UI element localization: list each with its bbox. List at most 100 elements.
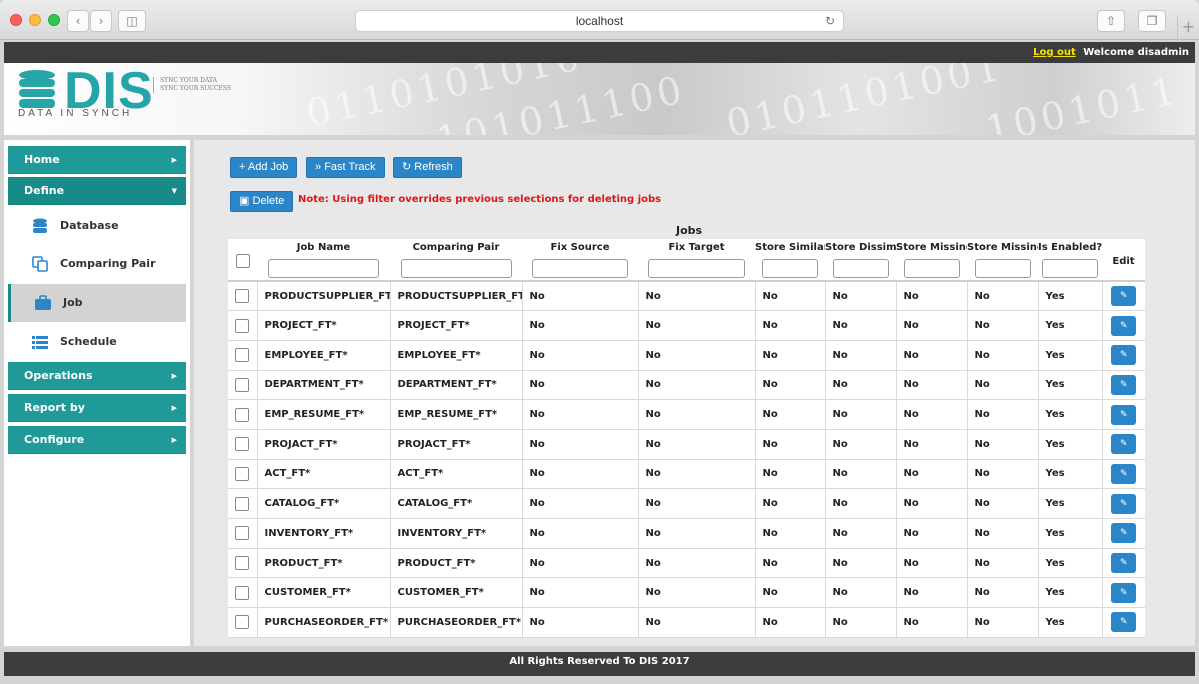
table-cell: Yes — [1038, 607, 1103, 638]
sidebar-item-define[interactable]: Define ▼ — [8, 177, 186, 205]
logout-link[interactable]: Log out — [1033, 47, 1076, 58]
row-checkbox[interactable] — [235, 466, 250, 481]
table-cell: No — [755, 399, 826, 430]
table-cell: Yes — [1038, 488, 1103, 519]
table-cell: No — [825, 548, 897, 579]
table-cell: No — [825, 281, 897, 312]
table-row[interactable]: EMP_RESUME_FT* EMP_RESUME_FT* No No No No No No… — [228, 399, 1145, 430]
row-checkbox[interactable] — [235, 615, 250, 630]
sidebar-item-label: Home — [24, 153, 60, 166]
table-row[interactable]: PURCHASEORDER_FT* PURCHASEORDER_FT* No No No… — [228, 607, 1145, 638]
column-header: Job Name — [257, 239, 390, 282]
sidebar-item-configure[interactable]: Configure ▶ — [8, 426, 186, 454]
list-icon — [32, 336, 48, 349]
row-checkbox[interactable] — [235, 318, 250, 333]
welcome-text: Welcome disadmin — [1083, 47, 1189, 58]
pencil-icon: ✎ — [1119, 439, 1128, 450]
row-checkbox[interactable] — [235, 585, 250, 600]
address-bar[interactable]: localhost ↻ — [355, 10, 844, 32]
row-checkbox[interactable] — [235, 407, 250, 422]
pencil-icon: ✎ — [1119, 409, 1128, 420]
sidebar-item-comparing-pair[interactable]: Comparing Pair — [8, 245, 186, 283]
delete-button[interactable]: ▣ Delete — [230, 191, 294, 212]
is-enabled-filter[interactable] — [1042, 259, 1098, 278]
edit-button[interactable]: ✎ — [1111, 315, 1137, 336]
table-row[interactable]: ACT_FT* ACT_FT* No No No No No No Yes ✎ — [228, 459, 1145, 490]
row-checkbox[interactable] — [235, 556, 250, 571]
table-cell: No — [755, 459, 826, 490]
table-cell: No — [638, 577, 756, 609]
table-cell: No — [638, 399, 756, 430]
sidebar-item-schedule[interactable]: Schedule — [8, 323, 186, 361]
table-row[interactable]: CUSTOMER_FT* CUSTOMER_FT* No No No No No No Yes ✎ — [228, 577, 1145, 609]
edit-button[interactable]: ✎ — [1111, 493, 1137, 514]
comparing-pair-filter[interactable] — [400, 259, 512, 278]
table-cell: No — [896, 577, 968, 609]
table-row[interactable]: PRODUCT_FT* PRODUCT_FT* No No No No No No Yes ✎ — [228, 548, 1145, 579]
row-checkbox[interactable] — [235, 437, 250, 452]
edit-button[interactable]: ✎ — [1111, 612, 1137, 633]
copy-icon — [32, 256, 48, 272]
table-cell: No — [967, 429, 1039, 460]
edit-button[interactable]: ✎ — [1111, 582, 1137, 603]
minimize-window-icon[interactable] — [29, 14, 41, 26]
job-name-filter[interactable] — [268, 259, 379, 278]
edit-cell: ✎ — [1102, 429, 1145, 460]
edit-button[interactable]: ✎ — [1111, 286, 1137, 307]
sidebar-item-database[interactable]: Database — [8, 207, 186, 245]
fix-source-filter[interactable] — [532, 259, 628, 278]
table-cell: No — [755, 340, 826, 371]
table-row[interactable]: INVENTORY_FT* INVENTORY_FT* No No No No No No Ye… — [228, 518, 1145, 549]
row-checkbox[interactable] — [235, 377, 250, 392]
select-all-checkbox[interactable] — [235, 254, 250, 268]
row-checkbox[interactable] — [235, 496, 250, 511]
table-row[interactable]: EMPLOYEE_FT* EMPLOYEE_FT* No No No No No No Yes ✎ — [228, 340, 1145, 371]
edit-button[interactable]: ✎ — [1111, 553, 1137, 574]
table-row[interactable]: DEPARTMENT_FT* DEPARTMENT_FT* No No No No No No… — [228, 370, 1145, 401]
fast-track-button[interactable]: » Fast Track — [306, 157, 385, 178]
table-row[interactable]: PRODUCTSUPPLIER_FT* PRODUCTSUPPLIER_FT* No… — [228, 281, 1145, 312]
edit-button[interactable]: ✎ — [1111, 523, 1137, 544]
store-dissim-filter[interactable] — [832, 259, 889, 278]
refresh-button[interactable]: ↻ Refresh — [393, 157, 462, 178]
table-cell: No — [522, 459, 639, 490]
new-tab-icon[interactable]: + — [1177, 16, 1199, 40]
tabs-icon[interactable]: ❐ — [1138, 10, 1166, 32]
sidebar-item-report-by[interactable]: Report by ▶ — [8, 394, 186, 422]
store-similar-filter[interactable] — [762, 259, 818, 278]
maximize-window-icon[interactable] — [48, 14, 60, 26]
back-icon[interactable]: ‹ — [67, 10, 89, 32]
table-cell: ACT_FT* — [390, 459, 523, 490]
sidebar-item-home[interactable]: Home ▶ — [8, 146, 186, 174]
table-cell: No — [755, 577, 826, 609]
edit-button[interactable]: ✎ — [1111, 404, 1137, 425]
edit-button[interactable]: ✎ — [1111, 434, 1137, 455]
share-icon[interactable]: ⇧ — [1097, 10, 1125, 32]
fix-target-filter[interactable] — [648, 259, 745, 278]
table-cell: No — [825, 459, 897, 490]
table-row[interactable]: CATALOG_FT* CATALOG_FT* No No No No No No Yes ✎ — [228, 488, 1145, 519]
column-header: Store Missing — [967, 239, 1038, 282]
tagline: SYNC YOUR DATA SYNC YOUR SUCCESS — [153, 77, 231, 93]
forward-icon[interactable]: › — [90, 10, 112, 32]
row-checkbox[interactable] — [235, 526, 250, 541]
store-missing-filter[interactable] — [974, 259, 1031, 278]
table-row[interactable]: PROJECT_FT* PROJECT_FT* No No No No No No Yes ✎ — [228, 310, 1145, 341]
briefcase-icon — [35, 295, 51, 310]
edit-cell: ✎ — [1102, 488, 1145, 519]
close-window-icon[interactable] — [10, 14, 22, 26]
sidebar-item-job[interactable]: Job — [8, 284, 186, 322]
edit-button[interactable]: ✎ — [1111, 345, 1137, 366]
edit-button[interactable]: ✎ — [1111, 463, 1137, 484]
add-job-button[interactable]: + Add Job — [230, 157, 298, 178]
sidebar-item-operations[interactable]: Operations ▶ — [8, 362, 186, 390]
trash-icon: ▣ — [239, 195, 250, 207]
sidebar-toggle-icon[interactable]: ◫ — [118, 10, 146, 32]
row-checkbox[interactable] — [235, 289, 250, 304]
reload-icon[interactable]: ↻ — [825, 11, 835, 31]
row-checkbox[interactable] — [235, 348, 250, 363]
edit-button[interactable]: ✎ — [1111, 374, 1137, 395]
table-row[interactable]: PROJACT_FT* PROJACT_FT* No No No No No No Yes ✎ — [228, 429, 1145, 460]
table-cell: No — [967, 459, 1039, 490]
store-missing-filter[interactable] — [903, 259, 960, 278]
